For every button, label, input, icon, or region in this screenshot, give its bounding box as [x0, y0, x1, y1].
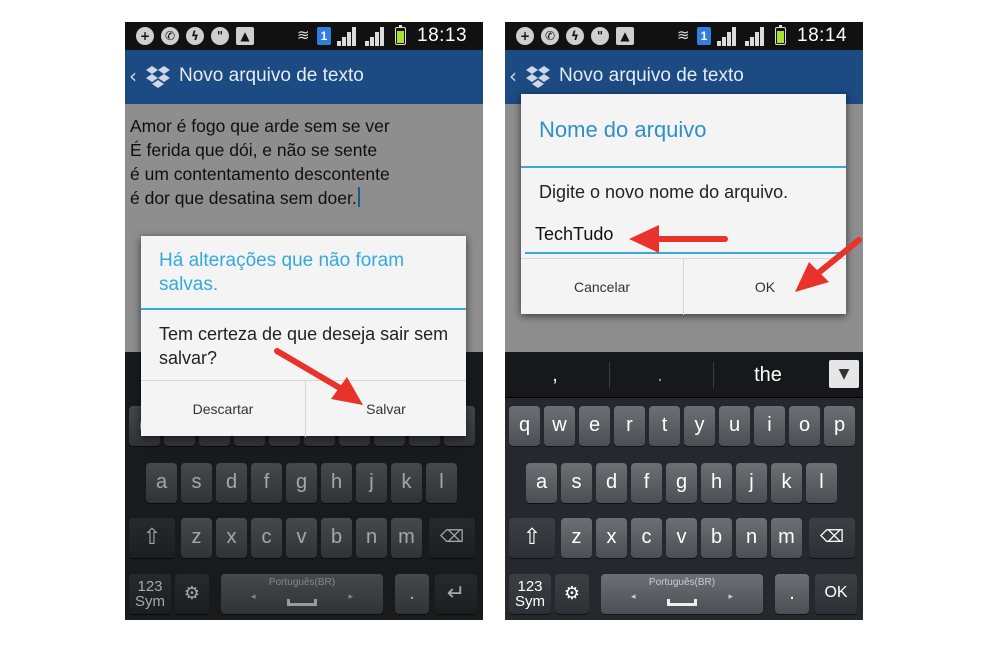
key-o[interactable]: o [789, 406, 820, 446]
key-w[interactable]: w [544, 406, 575, 446]
key-v[interactable]: v [666, 518, 697, 558]
picture-icon: ▲ [236, 27, 254, 45]
wifi-icon: ≋ [677, 26, 690, 44]
key-c[interactable]: c [631, 518, 662, 558]
space-icon [667, 599, 697, 606]
unsaved-changes-dialog: Há alterações que não foram salvas. Tem … [141, 236, 466, 437]
key-z[interactable]: z [561, 518, 592, 558]
key-a[interactable]: a [526, 463, 557, 503]
space-key[interactable]: ◂ Português(BR) ▸ [601, 574, 763, 614]
status-bar: + ✆ ϟ " ▲ ≋ 1 18:13 [125, 22, 483, 50]
signal-icon-2 [365, 26, 387, 46]
back-chevron-icon[interactable]: ‹ [509, 64, 517, 88]
suggestion-bar: , . the ▼ [505, 352, 863, 398]
plus-icon: + [516, 27, 534, 45]
signal-icon [717, 26, 739, 46]
key-s[interactable]: s [561, 463, 592, 503]
hangouts-icon: " [211, 27, 229, 45]
plus-icon: + [136, 27, 154, 45]
space-language-label: Português(BR) [648, 577, 716, 588]
phone-screen-left: + ✆ ϟ " ▲ ≋ 1 18:13 ‹ Novo arquivo de te… [125, 22, 483, 620]
whatsapp-icon: ✆ [161, 27, 179, 45]
period-key[interactable]: . [775, 574, 809, 614]
key-m[interactable]: m [771, 518, 802, 558]
discard-button[interactable]: Descartar [141, 381, 305, 437]
wifi-icon: ≋ [297, 26, 310, 44]
key-j[interactable]: j [736, 463, 767, 503]
action-bar-title: Novo arquivo de texto [559, 65, 744, 86]
status-bar: + ✆ ϟ " ▲ ≋ 1 18:14 [505, 22, 863, 50]
sim-badge: 1 [697, 27, 711, 45]
key-x[interactable]: x [596, 518, 627, 558]
dropbox-icon[interactable] [145, 65, 171, 89]
clock: 18:13 [417, 25, 468, 46]
suggestion-comma[interactable]: , [505, 352, 605, 398]
key-h[interactable]: h [701, 463, 732, 503]
backspace-key[interactable]: ⌫ [809, 518, 855, 558]
hangouts-icon: " [591, 27, 609, 45]
ok-button[interactable]: OK [684, 259, 846, 315]
key-k[interactable]: k [771, 463, 802, 503]
clock: 18:14 [797, 25, 848, 46]
dropbox-icon[interactable] [525, 65, 551, 89]
key-p[interactable]: p [824, 406, 855, 446]
settings-gear-icon[interactable]: ⚙ [555, 574, 589, 614]
back-chevron-icon[interactable]: ‹ [129, 64, 137, 88]
key-r[interactable]: r [614, 406, 645, 446]
dialog-button-row: Descartar Salvar [141, 380, 466, 437]
dialog-title-divider [141, 308, 466, 310]
phone-screen-right: + ✆ ϟ " ▲ ≋ 1 18:14 ‹ Novo arquivo de te… [505, 22, 863, 620]
battery-icon [775, 25, 786, 45]
shift-key[interactable]: ⇧ [509, 518, 555, 558]
ok-enter-key[interactable]: OK [815, 574, 857, 614]
keyboard: , . the ▼ q w e r t y u i o p a s d f g … [505, 352, 863, 620]
messenger-icon: ϟ [566, 27, 584, 45]
save-button[interactable]: Salvar [306, 381, 466, 437]
dialog-title-divider [521, 166, 846, 168]
key-y[interactable]: y [684, 406, 715, 446]
filename-input-value: TechTudo [535, 224, 614, 244]
dialog-title: Nome do arquivo [539, 117, 707, 142]
filename-dialog: Nome do arquivo Digite o novo nome do ar… [521, 94, 846, 315]
battery-icon [395, 25, 406, 45]
key-f[interactable]: f [631, 463, 662, 503]
cancel-button[interactable]: Cancelar [521, 259, 683, 315]
dialog-button-row: Cancelar OK [521, 258, 846, 315]
key-n[interactable]: n [736, 518, 767, 558]
key-e[interactable]: e [579, 406, 610, 446]
dialog-title: Há alterações que não foram salvas. [159, 250, 405, 295]
signal-icon-2 [745, 26, 767, 46]
signal-icon [337, 26, 359, 46]
key-u[interactable]: u [719, 406, 750, 446]
action-bar-title: Novo arquivo de texto [179, 65, 364, 86]
messenger-icon: ϟ [186, 27, 204, 45]
filename-input[interactable]: TechTudo [525, 222, 842, 254]
key-t[interactable]: t [649, 406, 680, 446]
key-g[interactable]: g [666, 463, 697, 503]
suggestion-period[interactable]: . [610, 352, 710, 398]
picture-icon: ▲ [616, 27, 634, 45]
key-q[interactable]: q [509, 406, 540, 446]
key-d[interactable]: d [596, 463, 627, 503]
action-bar: ‹ Novo arquivo de texto [125, 50, 483, 104]
right-arrow-icon: ▸ [728, 591, 733, 601]
suggestion-word[interactable]: the [714, 352, 822, 398]
symbols-key[interactable]: 123 Sym [509, 574, 551, 614]
key-b[interactable]: b [701, 518, 732, 558]
dialog-message: Digite o novo nome do arquivo. [539, 182, 789, 202]
whatsapp-icon: ✆ [541, 27, 559, 45]
sim-badge: 1 [317, 27, 331, 45]
key-l[interactable]: l [806, 463, 837, 503]
dialog-message: Tem certeza de que deseja sair sem salva… [159, 324, 449, 368]
expand-chevron-down-icon[interactable]: ▼ [829, 360, 859, 388]
key-i[interactable]: i [754, 406, 785, 446]
